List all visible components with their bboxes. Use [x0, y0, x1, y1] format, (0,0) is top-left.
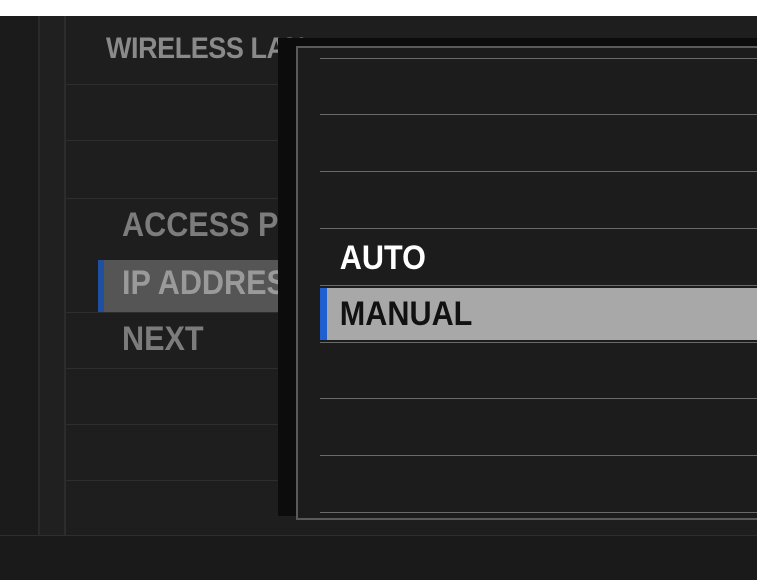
- popup-option-label: AUTO: [339, 238, 426, 277]
- menu-title: WIRELESS LAN: [106, 32, 305, 65]
- popup-row-divider: [320, 285, 757, 286]
- popup-row-divider: [320, 228, 757, 229]
- popup-row-divider: [320, 114, 757, 115]
- popup-row-divider: [320, 512, 757, 513]
- popup-row-divider: [320, 171, 757, 172]
- popup-option-manual[interactable]: MANUAL: [320, 288, 757, 340]
- popup-row-divider: [320, 342, 757, 343]
- side-strip-inner: [40, 16, 64, 580]
- popup-option-auto[interactable]: AUTO: [320, 232, 757, 284]
- popup-row-divider: [320, 58, 757, 59]
- popup-row-divider: [320, 455, 757, 456]
- popup-option-label: MANUAL: [339, 294, 473, 333]
- side-strip: [0, 16, 38, 580]
- ip-address-popup: AUTO MANUAL: [296, 46, 757, 520]
- menu-item-next[interactable]: NEXT: [122, 320, 204, 359]
- bottom-strip: [0, 535, 757, 580]
- popup-row-divider: [320, 398, 757, 399]
